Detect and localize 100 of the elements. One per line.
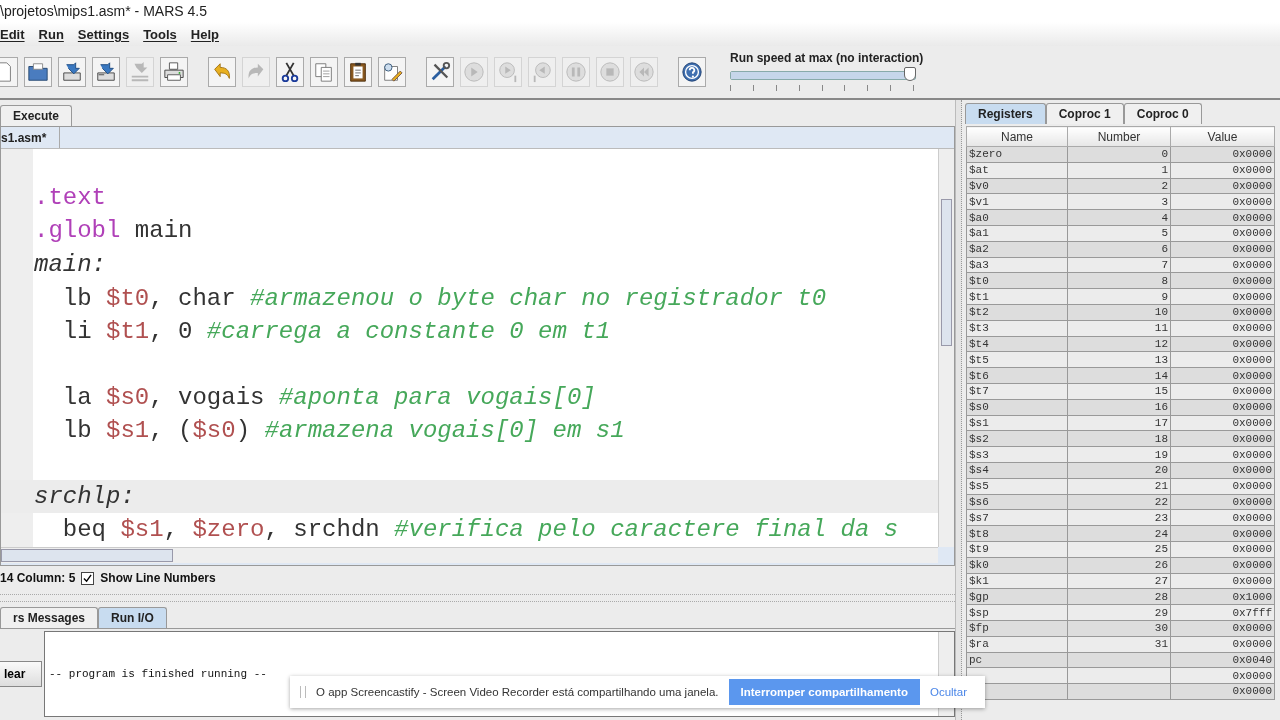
- rewind-icon: [633, 61, 655, 83]
- menu-item[interactable]: Tools: [143, 26, 177, 42]
- table-cell: $a1: [966, 225, 1068, 242]
- horizontal-scrollbar[interactable]: [1, 547, 938, 563]
- table-cell: 0x0000: [1170, 573, 1275, 589]
- scissors-icon: [279, 61, 301, 83]
- disk-arrow-icon: [61, 61, 83, 83]
- table-cell: 7: [1067, 257, 1171, 273]
- code-line: .globl main: [33, 216, 194, 247]
- table-cell: 0x0000: [1170, 509, 1275, 526]
- column-header[interactable]: Number: [1067, 126, 1171, 147]
- folder-icon: [27, 61, 49, 83]
- table-cell: 9: [1067, 288, 1171, 305]
- toolbar-button[interactable]: [58, 57, 86, 87]
- table-cell: 11: [1067, 320, 1171, 337]
- hide-link[interactable]: Ocultar: [929, 686, 967, 698]
- magnifier-pencil-icon: [381, 61, 403, 83]
- disk-arrow-icon: [95, 61, 117, 83]
- speed-slider[interactable]: [730, 67, 916, 83]
- wrench-screwdriver-icon: [429, 61, 451, 83]
- toolbar-button[interactable]: [344, 57, 372, 87]
- splitter-bar[interactable]: [0, 594, 955, 602]
- tab[interactable]: Execute: [0, 105, 73, 126]
- table-cell: 23: [1067, 509, 1171, 526]
- toolbar-button[interactable]: [426, 57, 454, 87]
- step-forward-icon: [497, 61, 519, 83]
- table-cell: 31: [1067, 636, 1171, 652]
- table-cell: 5: [1067, 225, 1171, 242]
- tab[interactable]: Coproc 0: [1123, 103, 1202, 124]
- copy-icon: [313, 61, 335, 83]
- table-cell: 0x0000: [1170, 162, 1275, 179]
- slider-thumb[interactable]: [904, 67, 916, 81]
- toolbar-button[interactable]: [678, 57, 706, 87]
- table-cell: 27: [1067, 573, 1171, 589]
- code-line: .text: [33, 182, 107, 213]
- table-cell: 0x0000: [1170, 193, 1275, 210]
- toolbar-button[interactable]: [160, 57, 188, 87]
- toolbar-button[interactable]: [276, 57, 304, 87]
- table-cell: 0x7fff: [1170, 604, 1275, 621]
- tab[interactable]: Run I/O: [98, 607, 167, 628]
- table-cell: $t7: [966, 383, 1068, 400]
- table-cell: 0x0000: [1170, 636, 1275, 652]
- table-cell: 1: [1067, 162, 1171, 179]
- checkbox[interactable]: [81, 571, 95, 585]
- checkbox-label[interactable]: Show Line Numbers: [100, 571, 216, 585]
- toolbar-button[interactable]: [92, 57, 120, 87]
- table-cell: 0x0000: [1170, 446, 1275, 463]
- window-title: \projetos\mips1.asm* - MARS 4.5: [0, 3, 207, 19]
- tab[interactable]: Registers: [965, 103, 1046, 124]
- tab[interactable]: Coproc 1: [1045, 103, 1124, 124]
- vertical-scrollbar[interactable]: [938, 149, 954, 547]
- table-cell: $k1: [966, 573, 1068, 589]
- code-line: li $t1, 0 #carrega a constante 0 em t1: [61, 317, 612, 348]
- play-icon: [463, 61, 485, 83]
- clear-button[interactable]: lear: [0, 661, 42, 687]
- table-cell: 29: [1067, 604, 1171, 621]
- table-cell: $v1: [966, 193, 1068, 210]
- table-cell: $s1: [966, 415, 1068, 431]
- code-line: la $s0, vogais #aponta para vogais[0]: [61, 382, 597, 413]
- drag-handle-icon[interactable]: [300, 686, 306, 698]
- menu-item[interactable]: Settings: [77, 26, 130, 42]
- table-cell: $s3: [966, 446, 1068, 463]
- output-text: -- program is finished running --: [48, 668, 267, 680]
- table-cell: 25: [1067, 541, 1171, 558]
- pause-icon: [565, 61, 587, 83]
- table-cell: $ra: [966, 636, 1068, 652]
- code-line: lb $s1, ($s0) #armazena vogais[0] em s1: [61, 416, 626, 447]
- printer-icon: [163, 61, 185, 83]
- code-line: lb $t0, char #armazenou o byte char no registrador t0: [61, 283, 828, 314]
- table-cell: 0x0000: [1170, 288, 1275, 305]
- table-cell: $t3: [966, 320, 1068, 337]
- speed-label: Run speed at max (no interaction): [730, 51, 925, 65]
- table-cell: 15: [1067, 383, 1171, 400]
- table-cell: 3: [1067, 193, 1171, 210]
- table-cell: 0x0000: [1170, 351, 1275, 368]
- toolbar-button[interactable]: [24, 57, 52, 87]
- step-back-icon: [531, 61, 553, 83]
- menu-item[interactable]: Run: [38, 26, 64, 42]
- table-cell: $at: [966, 162, 1068, 179]
- cursor-position: 14 Column: 5: [0, 571, 76, 585]
- table-cell: $a3: [966, 257, 1068, 273]
- file-tab[interactable]: s1.asm*: [1, 127, 60, 148]
- column-header[interactable]: Value: [1170, 126, 1275, 147]
- menu-item[interactable]: Edit: [0, 26, 25, 42]
- stop-icon: [599, 61, 621, 83]
- clipboard-icon: [347, 61, 369, 83]
- menu-item[interactable]: Help: [190, 26, 219, 42]
- table-cell: $sp: [966, 604, 1068, 621]
- help-icon: [681, 61, 703, 83]
- table-cell: 0x0000: [1170, 257, 1275, 273]
- table-cell: $t1: [966, 288, 1068, 305]
- tab[interactable]: rs Messages: [0, 607, 99, 628]
- binary-dump-icon: [129, 61, 151, 83]
- code-line: main:: [33, 250, 107, 281]
- table-cell: $s7: [966, 509, 1068, 526]
- table-cell: 0x0000: [1170, 541, 1275, 558]
- table-cell: 13: [1067, 351, 1171, 368]
- column-header[interactable]: Name: [966, 126, 1068, 147]
- table-cell: 0x0000: [1170, 320, 1275, 337]
- table-cell: 0x0000: [1170, 415, 1275, 431]
